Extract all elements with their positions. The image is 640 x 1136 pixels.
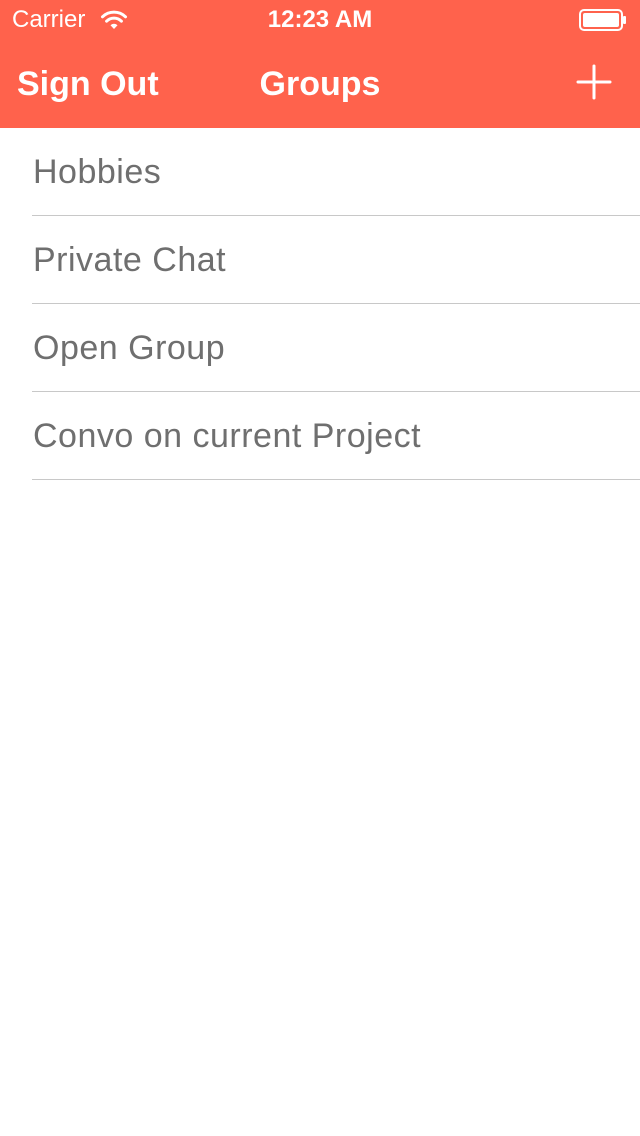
list-item[interactable]: Convo on current Project (0, 392, 640, 480)
status-bar: Carrier 12:23 AM (0, 0, 640, 40)
divider (32, 479, 640, 480)
battery-icon (579, 9, 627, 31)
list-item[interactable]: Open Group (0, 304, 640, 392)
group-list: Hobbies Private Chat Open Group Convo on… (0, 128, 640, 480)
group-name: Open Group (33, 329, 226, 367)
group-name: Hobbies (33, 153, 162, 191)
page-title: Groups (259, 65, 381, 103)
group-name: Private Chat (33, 241, 227, 279)
app-screen: Carrier 12:23 AM Sign Out Groups Hobbies… (0, 0, 640, 1136)
group-name: Convo on current Project (33, 417, 422, 455)
header: Carrier 12:23 AM Sign Out Groups (0, 0, 640, 128)
list-item[interactable]: Private Chat (0, 216, 640, 304)
list-item[interactable]: Hobbies (0, 128, 640, 216)
plus-icon (570, 58, 618, 106)
status-time: 12:23 AM (267, 6, 373, 33)
add-group-button[interactable] (570, 58, 618, 106)
